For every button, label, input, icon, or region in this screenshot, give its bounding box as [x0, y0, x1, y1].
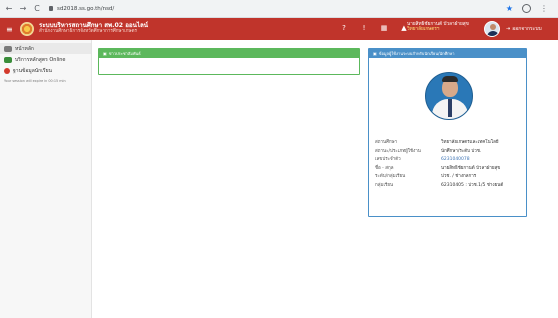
sidebar: หน้าหลัก บริการหลักสูตร Online ฐานข้อมูล…: [0, 40, 92, 318]
browser-toolbar: ← → C sd2018.ss.go.th/nsd/ ★ ⋮: [0, 0, 558, 18]
help-icon[interactable]: ?: [340, 24, 348, 32]
info-row: สถานะ/ประเภทผู้ใช้งาน นักศึกษา/ระดับ ปวช…: [375, 148, 482, 154]
app-subtitle: สำนักงานศึกษาธิการจังหวัดศึกษาการศึกษาเก…: [39, 28, 137, 34]
logout-button[interactable]: ⇥ ออกจากระบบ: [506, 25, 542, 33]
info-row: เลขประจำตัว 6231040078: [375, 156, 523, 165]
url-text: sd2018.ss.go.th/nsd/: [57, 5, 115, 12]
news-card: ▣ ข่าวประชาสัมพันธ์: [98, 48, 360, 75]
user-avatar[interactable]: [484, 21, 500, 37]
student-id-link[interactable]: 6231040078: [441, 156, 523, 165]
logout-icon: ⇥: [506, 26, 511, 32]
session-note: Your session will expire in 00:15 min: [4, 79, 66, 83]
back-icon[interactable]: ←: [4, 4, 14, 14]
id-card-icon: ▣: [373, 51, 377, 56]
news-card-header: ▣ ข่าวประชาสัมพันธ์: [99, 49, 359, 58]
info-row: สถานศึกษา วิทยาลัยเกษตรและเทคโนโลยี: [375, 140, 499, 145]
sidebar-item-online-course[interactable]: บริการหลักสูตร Online: [0, 54, 91, 65]
main-content: ▣ ข่าวประชาสัมพันธ์ ▣ ข้อมูลผู้ใช้งานระบ…: [92, 40, 558, 318]
database-icon: [4, 67, 10, 74]
school-logo: [20, 22, 34, 36]
user-name[interactable]: นายสิทธิชัยกานต์ บัวลาฝ่ายสุข วิทยาลัยเก…: [407, 22, 469, 33]
alert-icon[interactable]: !: [360, 24, 368, 32]
account-icon[interactable]: [522, 4, 531, 13]
forward-icon[interactable]: →: [18, 4, 28, 14]
student-info: สถานศึกษา วิทยาลัยเกษตรและเทคโนโลยี สถาน…: [375, 139, 523, 191]
home-icon: [4, 45, 12, 52]
reload-icon[interactable]: C: [32, 4, 42, 14]
info-row: กลุ่มเรียน 62310405 : ปวช.1/5 ช่างยนต์: [375, 182, 504, 188]
menu-toggle-icon[interactable]: ≡: [6, 25, 16, 34]
calendar-icon[interactable]: ▦: [380, 24, 388, 32]
address-bar[interactable]: sd2018.ss.go.th/nsd/: [46, 3, 502, 15]
profile-card: ▣ ข้อมูลผู้ใช้งานระบบสำหรับนักเรียน/นักศ…: [368, 48, 527, 217]
info-row: ระดับ/กลุ่มเรียน ปวช. / ช่างกลการ: [375, 174, 477, 180]
more-menu-icon[interactable]: ⋮: [540, 4, 548, 13]
profile-card-header: ▣ ข้อมูลผู้ใช้งานระบบสำหรับนักเรียน/นักศ…: [369, 49, 526, 58]
bookmark-star-icon[interactable]: ★: [506, 4, 513, 13]
student-photo: [425, 72, 473, 120]
app-header: ≡ ระบบบริหารสถานศึกษา สพ.02 ออนไลน์ สำนั…: [0, 18, 558, 40]
sidebar-item-home[interactable]: หน้าหลัก: [0, 43, 91, 54]
lock-icon: [49, 6, 53, 11]
course-icon: [4, 56, 12, 63]
news-icon: ▣: [103, 51, 107, 56]
info-row: ชื่อ - สกุล นายสิทธิชัยกานต์ บัวลาฝ่ายสุ…: [375, 165, 501, 171]
sidebar-item-student-db[interactable]: ฐานข้อมูลนักเรียน: [0, 65, 91, 76]
